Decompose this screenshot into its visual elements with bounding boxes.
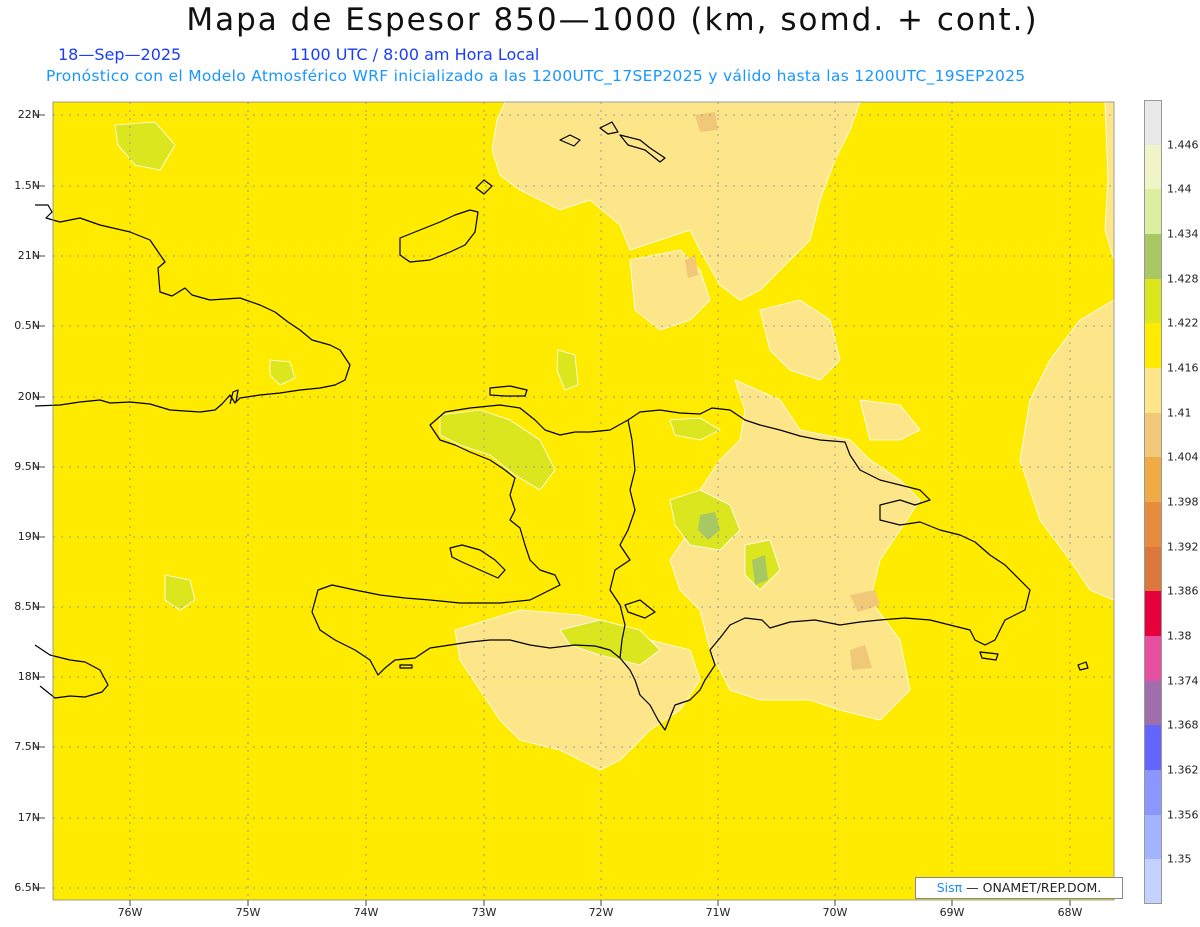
colorbar-label: 1.362 <box>1167 763 1199 777</box>
lat-label: 19N <box>17 530 40 543</box>
lat-label: 20N <box>17 390 40 403</box>
colorbar-label: 1.44 <box>1167 182 1192 196</box>
lon-label: 74W <box>353 906 379 919</box>
colorbar-frame <box>1144 100 1162 904</box>
colorbar-label: 1.434 <box>1167 227 1199 241</box>
lon-label: 73W <box>471 906 497 919</box>
lon-label: 76W <box>117 906 143 919</box>
date-label: 18—Sep—2025 <box>58 45 182 64</box>
colorbar-label: 1.41 <box>1167 406 1192 420</box>
colorbar-label: 1.386 <box>1167 584 1199 598</box>
lat-label: 7.5N <box>14 740 40 753</box>
lon-label: 69W <box>939 906 965 919</box>
thickness-field <box>53 102 1114 900</box>
lat-label: 22N <box>17 108 40 121</box>
lon-label: 70W <box>822 906 848 919</box>
forecast-description: Pronóstico con el Modelo Atmosférico WRF… <box>46 67 1026 85</box>
lat-label: 8.5N <box>14 600 40 613</box>
credit-org: — ONAMET/REP.DOM. <box>966 880 1102 895</box>
time-label: 1100 UTC / 8:00 am Hora Local <box>290 45 540 64</box>
lat-label: 1.5N <box>14 179 40 192</box>
lat-label: 9.5N <box>14 460 40 473</box>
lat-label: 17N <box>17 811 40 824</box>
lat-label: 18N <box>17 670 40 683</box>
colorbar-label: 1.392 <box>1167 540 1199 554</box>
lat-label: 0.5N <box>14 319 40 332</box>
colorbar-label: 1.356 <box>1167 808 1199 822</box>
colorbar-label: 1.374 <box>1167 674 1199 688</box>
map-title: Mapa de Espesor 850—1000 (km, somd. + co… <box>186 2 1039 38</box>
lat-label: 21N <box>17 249 40 262</box>
colorbar-label: 1.35 <box>1167 852 1192 866</box>
lon-label: 75W <box>235 906 261 919</box>
colorbar-label: 1.368 <box>1167 718 1199 732</box>
lat-label: 6.5N <box>14 881 40 894</box>
lon-label: 68W <box>1057 906 1083 919</box>
thickness-map <box>33 101 1115 906</box>
lon-label: 72W <box>588 906 614 919</box>
colorbar-label: 1.38 <box>1167 629 1192 643</box>
credit-box: Sisπ — ONAMET/REP.DOM. <box>915 877 1123 899</box>
colorbar-label: 1.398 <box>1167 495 1199 509</box>
colorbar-label: 1.416 <box>1167 361 1199 375</box>
colorbar-label: 1.404 <box>1167 450 1199 464</box>
lon-label: 71W <box>705 906 731 919</box>
colorbar-label: 1.446 <box>1167 138 1199 152</box>
colorbar-label: 1.422 <box>1167 316 1199 330</box>
colorbar-label: 1.428 <box>1167 272 1199 286</box>
sispi-logo-text: Sisπ <box>936 880 963 895</box>
